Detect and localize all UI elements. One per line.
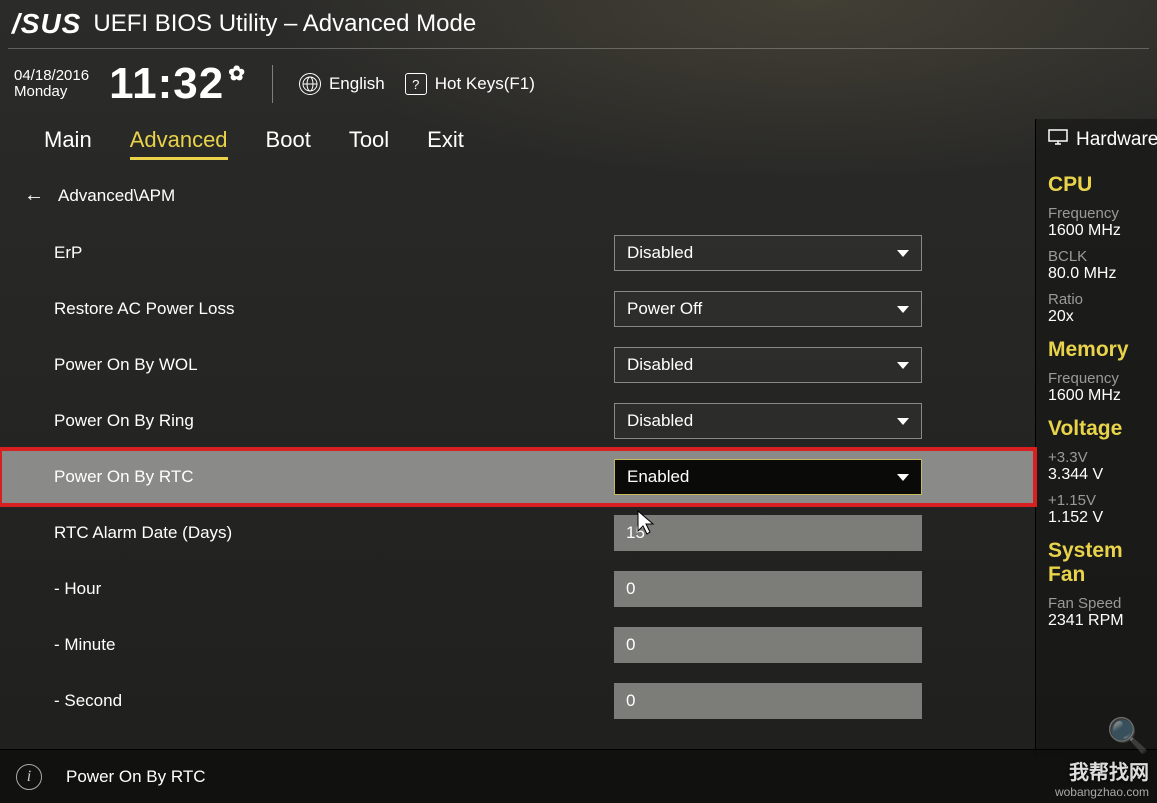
breadcrumb[interactable]: ← Advanced\APM xyxy=(0,172,1035,225)
setting-label: Power On By WOL xyxy=(54,355,614,375)
setting-select[interactable]: Disabled xyxy=(614,235,922,271)
setting-label: - Minute xyxy=(54,635,614,655)
select-value: Disabled xyxy=(627,243,693,263)
sidebar-stat-value: 1.152 V xyxy=(1048,509,1157,527)
setting-select[interactable]: Disabled xyxy=(614,403,922,439)
setting-label: ErP xyxy=(54,243,614,263)
sidebar-stat-value: 80.0 MHz xyxy=(1048,265,1157,283)
monitor-icon xyxy=(1048,129,1068,151)
select-value: Enabled xyxy=(627,467,689,487)
tab-tool[interactable]: Tool xyxy=(349,127,389,160)
hardware-monitor-title: Hardware xyxy=(1048,129,1157,151)
watermark-text: 我帮找网 xyxy=(1055,756,1149,785)
setting-select[interactable]: Disabled xyxy=(614,347,922,383)
setting-label: - Hour xyxy=(54,579,614,599)
help-footer: i Power On By RTC xyxy=(0,749,1157,803)
hardware-monitor-label: Hardware xyxy=(1076,129,1157,151)
breadcrumb-text: Advanced\APM xyxy=(58,186,175,206)
day-text: Monday xyxy=(14,84,89,101)
clock[interactable]: 11:32 ✿ xyxy=(109,59,246,109)
main-tabs: Main Advanced Boot Tool Exit xyxy=(0,119,1035,172)
tab-main[interactable]: Main xyxy=(44,127,92,160)
gear-icon[interactable]: ✿ xyxy=(228,61,246,86)
sidebar-stat-value: 3.344 V xyxy=(1048,466,1157,484)
setting-input[interactable]: 0 xyxy=(614,571,922,607)
sidebar-heading: System Fan xyxy=(1048,539,1157,587)
setting-row: Power On By RTC Enabled xyxy=(0,449,1035,505)
hotkeys-button[interactable]: ? Hot Keys(F1) xyxy=(405,73,535,95)
language-selector[interactable]: English xyxy=(299,73,385,95)
chevron-down-icon xyxy=(897,362,909,369)
select-value: Power Off xyxy=(627,299,702,319)
hotkeys-label: Hot Keys(F1) xyxy=(435,74,535,94)
setting-label: Power On By RTC xyxy=(54,467,614,487)
sidebar-stat-value: 2341 RPM xyxy=(1048,612,1157,630)
setting-label: Power On By Ring xyxy=(54,411,614,431)
watermark-url: wobangzhao.com xyxy=(1055,785,1149,799)
watermark: 🔍 我帮找网 wobangzhao.com xyxy=(1055,716,1149,799)
chevron-down-icon xyxy=(897,418,909,425)
info-icon: i xyxy=(16,764,42,790)
sidebar-stat-label: BCLK xyxy=(1048,248,1157,265)
sidebar-stat-label: Fan Speed xyxy=(1048,595,1157,612)
magnifier-icon: 🔍 xyxy=(1055,716,1149,756)
setting-input[interactable]: 0 xyxy=(614,683,922,719)
setting-label: - Second xyxy=(54,691,614,711)
sidebar-stat-label: Ratio xyxy=(1048,291,1157,308)
date-block: 04/18/2016 Monday xyxy=(14,68,89,101)
tab-exit[interactable]: Exit xyxy=(427,127,464,160)
setting-input[interactable]: 15 xyxy=(614,515,922,551)
setting-row: ErP Disabled xyxy=(0,225,1035,281)
setting-select[interactable]: Power Off xyxy=(614,291,922,327)
select-value: Disabled xyxy=(627,411,693,431)
sidebar-stat-value: 1600 MHz xyxy=(1048,222,1157,240)
setting-label: Restore AC Power Loss xyxy=(54,299,614,319)
question-icon: ? xyxy=(405,73,427,95)
setting-row: Power On By Ring Disabled xyxy=(0,393,1035,449)
setting-label: RTC Alarm Date (Days) xyxy=(54,523,614,543)
help-text: Power On By RTC xyxy=(66,767,206,787)
sidebar-stat-label: +3.3V xyxy=(1048,449,1157,466)
date-text: 04/18/2016 xyxy=(14,68,89,85)
select-value: Disabled xyxy=(627,355,693,375)
setting-row: Power On By WOL Disabled xyxy=(0,337,1035,393)
setting-row: - Minute0 xyxy=(0,617,1035,673)
hardware-monitor-panel: Hardware CPUFrequency1600 MHzBCLK80.0 MH… xyxy=(1035,119,1157,757)
sidebar-heading: CPU xyxy=(1048,173,1157,197)
language-label: English xyxy=(329,74,385,94)
sidebar-stat-label: +1.15V xyxy=(1048,492,1157,509)
sidebar-stat-value: 1600 MHz xyxy=(1048,387,1157,405)
back-arrow-icon[interactable]: ← xyxy=(24,184,44,207)
sidebar-heading: Voltage xyxy=(1048,417,1157,441)
setting-row: RTC Alarm Date (Days)15 xyxy=(0,505,1035,561)
tab-boot[interactable]: Boot xyxy=(266,127,311,160)
tab-advanced[interactable]: Advanced xyxy=(130,127,228,160)
chevron-down-icon xyxy=(897,306,909,313)
bios-title: UEFI BIOS Utility – Advanced Mode xyxy=(93,10,476,38)
globe-icon xyxy=(299,73,321,95)
asus-logo: /SUS xyxy=(8,8,93,40)
setting-row: Restore AC Power Loss Power Off xyxy=(0,281,1035,337)
setting-row: - Second0 xyxy=(0,673,1035,729)
setting-row: - Hour0 xyxy=(0,561,1035,617)
chevron-down-icon xyxy=(897,474,909,481)
sidebar-stat-value: 20x xyxy=(1048,308,1157,326)
time-text: 11:32 xyxy=(109,59,224,109)
sidebar-heading: Memory xyxy=(1048,338,1157,362)
chevron-down-icon xyxy=(897,250,909,257)
setting-select[interactable]: Enabled xyxy=(614,459,922,495)
sidebar-stat-label: Frequency xyxy=(1048,370,1157,387)
sidebar-stat-label: Frequency xyxy=(1048,205,1157,222)
setting-input[interactable]: 0 xyxy=(614,627,922,663)
